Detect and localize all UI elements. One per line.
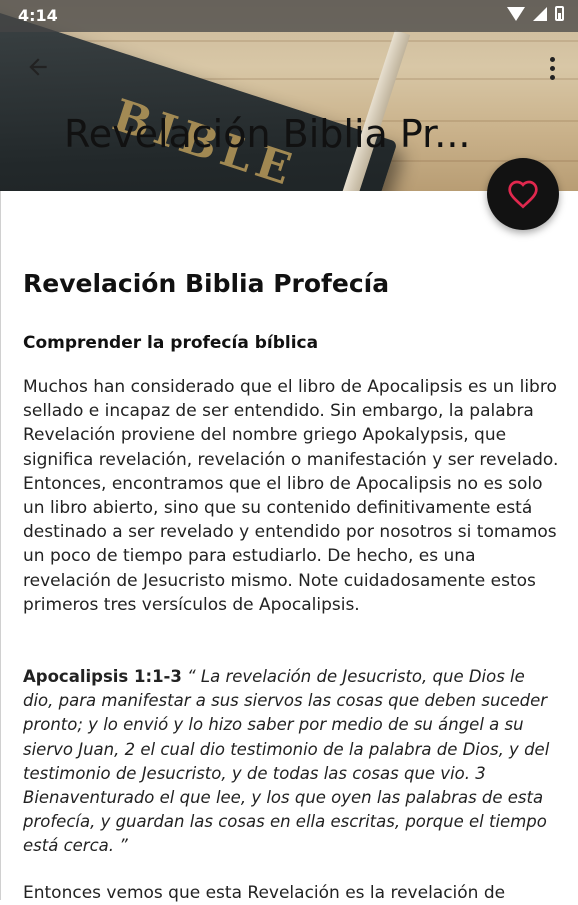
status-icons bbox=[507, 6, 564, 21]
article-paragraph: Muchos han considerado que el libro de A… bbox=[23, 377, 559, 615]
menu-dot bbox=[549, 56, 555, 62]
app-bar-title: Revelación Biblia Pr... bbox=[64, 112, 471, 156]
more-vert-icon[interactable] bbox=[540, 52, 564, 84]
signal-icon bbox=[533, 6, 547, 21]
status-time: 4:14 bbox=[18, 6, 58, 25]
verse-reference: Apocalipsis 1:1-3 bbox=[23, 667, 182, 686]
article-subtitle: Comprender la profecía bíblica bbox=[23, 333, 319, 353]
wifi-icon bbox=[507, 6, 525, 21]
menu-dot bbox=[549, 65, 555, 71]
menu-dot bbox=[549, 74, 555, 80]
status-bar: 4:14 bbox=[0, 0, 578, 32]
verse-text: “ La revelación de Jesucristo, que Dios … bbox=[23, 667, 550, 856]
arrow-back-icon[interactable] bbox=[22, 54, 54, 86]
article-title: Revelación Biblia Profecía bbox=[23, 269, 390, 298]
article-paragraph: Entonces vemos que esta Revelación es la… bbox=[23, 883, 506, 903]
battery-icon bbox=[555, 6, 564, 21]
verse-quote: Apocalipsis 1:1-3 “ La revelación de Jes… bbox=[23, 665, 559, 859]
article-content: Revelación Biblia Profecía Comprender la… bbox=[0, 191, 578, 903]
back-arrow-svg bbox=[29, 58, 47, 76]
